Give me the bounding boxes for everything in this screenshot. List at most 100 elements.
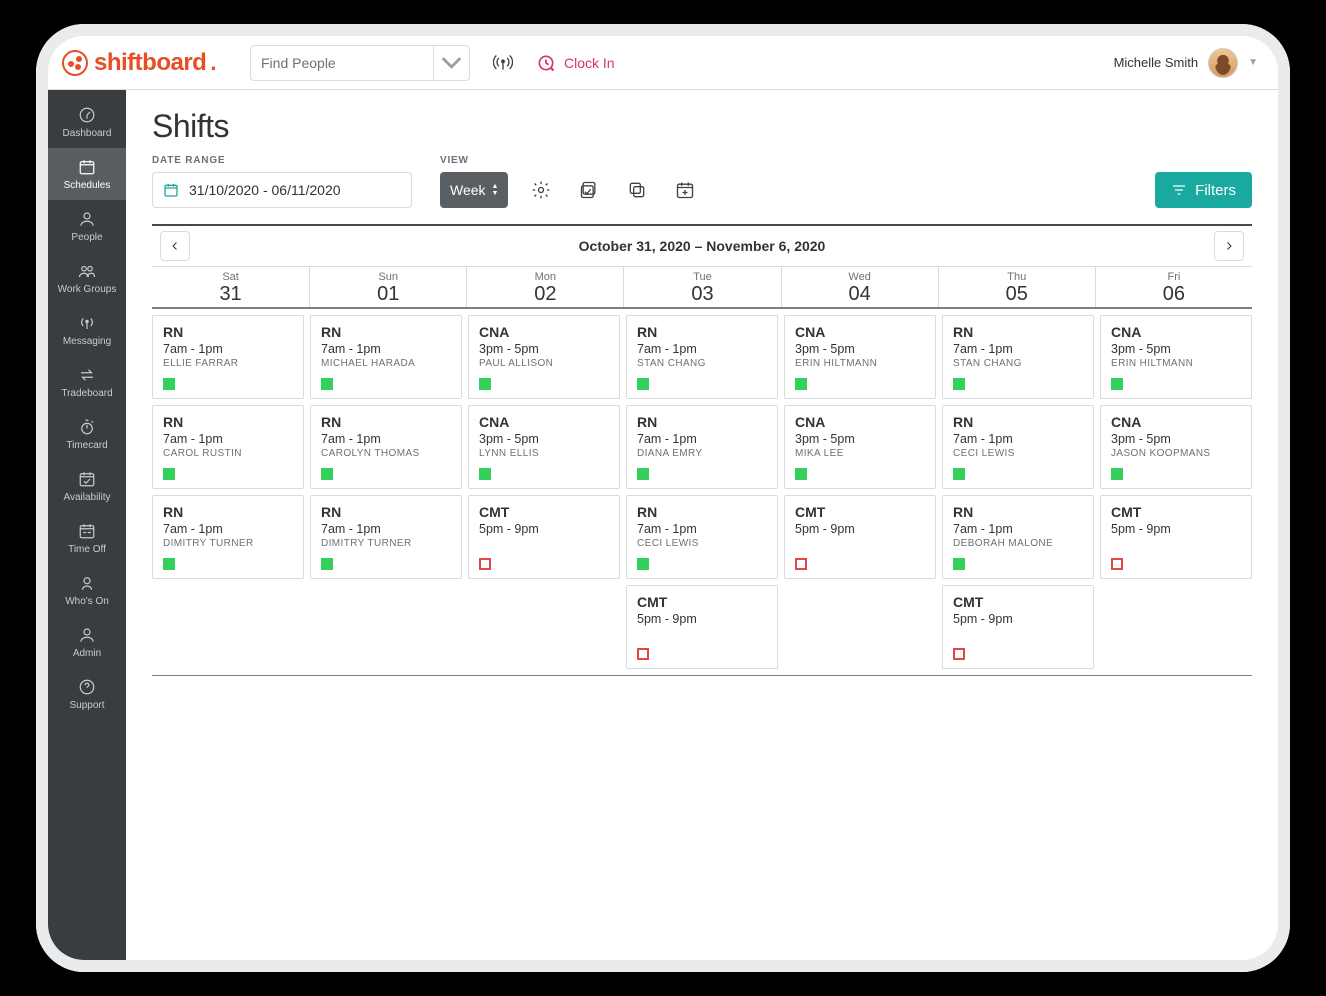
- status-badge: [953, 378, 965, 390]
- shift-time: 5pm - 9pm: [479, 522, 609, 536]
- day-of-month: 06: [1096, 283, 1252, 305]
- sidebar-item-support[interactable]: Support: [48, 668, 126, 720]
- sidebar-item-label: Time Off: [68, 544, 106, 555]
- sidebar-item-label: Who's On: [65, 596, 109, 607]
- shift-person: Stan Chang: [953, 358, 1083, 369]
- brand-logo[interactable]: shiftboard.: [48, 49, 232, 77]
- status-badge: [321, 378, 333, 390]
- shift-card[interactable]: CNA3pm - 5pmLynn Ellis: [468, 405, 620, 489]
- shift-card[interactable]: RN7am - 1pmCarol Rustin: [152, 405, 304, 489]
- sidebar-item-time-off[interactable]: Time Off: [48, 512, 126, 564]
- sidebar-item-label: Admin: [73, 648, 101, 659]
- status-badge: [795, 558, 807, 570]
- filters-button[interactable]: Filters: [1155, 172, 1252, 208]
- shift-person: Stan Chang: [637, 358, 767, 369]
- date-range-group: DATE RANGE 31/10/2020 - 06/11/2020: [152, 155, 412, 208]
- sidebar-item-label: Support: [69, 700, 104, 711]
- next-week-button[interactable]: [1214, 231, 1244, 261]
- shift-time: 7am - 1pm: [953, 432, 1083, 446]
- shift-card[interactable]: CNA3pm - 5pmJason Koopmans: [1100, 405, 1252, 489]
- sidebar-item-label: Tradeboard: [61, 388, 112, 399]
- shift-time: 5pm - 9pm: [1111, 522, 1241, 536]
- cal-check-icon: [78, 470, 96, 488]
- date-range-value: 31/10/2020 - 06/11/2020: [189, 182, 341, 198]
- shift-role: RN: [637, 414, 767, 430]
- broadcast-icon[interactable]: [488, 48, 518, 78]
- shift-card[interactable]: CMT5pm - 9pm: [626, 585, 778, 669]
- screen: shiftboard. Find People Clock In Michell…: [48, 36, 1278, 960]
- date-range-input[interactable]: 31/10/2020 - 06/11/2020: [152, 172, 412, 208]
- day-of-month: 05: [939, 283, 1095, 305]
- sidebar-item-schedules[interactable]: Schedules: [48, 148, 126, 200]
- calendar-nav: October 31, 2020 – November 6, 2020: [152, 226, 1252, 266]
- shift-card[interactable]: RN7am - 1pmMichael Harada: [310, 315, 462, 399]
- calendar-icon: [163, 182, 179, 198]
- shift-card[interactable]: CMT5pm - 9pm: [942, 585, 1094, 669]
- user-menu[interactable]: Michelle Smith ▼: [1114, 48, 1258, 78]
- find-people-select[interactable]: Find People: [250, 45, 470, 81]
- filters-label: Filters: [1195, 182, 1236, 199]
- day-header: Fri06: [1095, 267, 1252, 307]
- status-badge: [637, 648, 649, 660]
- shift-card[interactable]: CMT5pm - 9pm: [1100, 495, 1252, 579]
- shift-card[interactable]: CMT5pm - 9pm: [784, 495, 936, 579]
- shift-time: 7am - 1pm: [163, 432, 293, 446]
- day-of-week: Mon: [467, 271, 623, 283]
- sidebar-item-messaging[interactable]: Messaging: [48, 304, 126, 356]
- swap-icon: [78, 366, 96, 384]
- sidebar-item-tradeboard[interactable]: Tradeboard: [48, 356, 126, 408]
- status-badge: [479, 378, 491, 390]
- shift-card[interactable]: RN7am - 1pmCarolyn Thomas: [310, 405, 462, 489]
- shift-role: CNA: [795, 324, 925, 340]
- shift-card[interactable]: CNA3pm - 5pmErin Hiltmann: [784, 315, 936, 399]
- shift-card[interactable]: CNA3pm - 5pmMika Lee: [784, 405, 936, 489]
- shift-time: 7am - 1pm: [321, 432, 451, 446]
- shift-card[interactable]: RN7am - 1pmStan Chang: [942, 315, 1094, 399]
- prev-week-button[interactable]: [160, 231, 190, 261]
- sidebar-item-admin[interactable]: Admin: [48, 616, 126, 668]
- shift-card[interactable]: RN7am - 1pmStan Chang: [626, 315, 778, 399]
- view-select[interactable]: Week ▲▼: [440, 172, 508, 208]
- sidebar-item-who-s-on[interactable]: Who's On: [48, 564, 126, 616]
- chevron-left-icon: [169, 240, 181, 252]
- status-badge: [163, 468, 175, 480]
- shift-role: CNA: [795, 414, 925, 430]
- view-label: VIEW: [440, 155, 700, 166]
- sidebar-item-people[interactable]: People: [48, 200, 126, 252]
- shift-card[interactable]: RN7am - 1pmDiana Emry: [626, 405, 778, 489]
- shift-card[interactable]: RN7am - 1pmCeci Lewis: [626, 495, 778, 579]
- view-group: VIEW Week ▲▼: [440, 155, 700, 208]
- status-badge: [795, 468, 807, 480]
- shift-time: 7am - 1pm: [163, 522, 293, 536]
- shift-card[interactable]: CMT5pm - 9pm: [468, 495, 620, 579]
- bulk-action-button[interactable]: [574, 175, 604, 205]
- copy-button[interactable]: [622, 175, 652, 205]
- sidebar-item-work-groups[interactable]: Work Groups: [48, 252, 126, 304]
- shift-card[interactable]: CNA3pm - 5pmErin Hiltmann: [1100, 315, 1252, 399]
- avatar: [1208, 48, 1238, 78]
- shift-card[interactable]: RN7am - 1pmCeci Lewis: [942, 405, 1094, 489]
- sort-icon: ▲▼: [492, 183, 499, 197]
- sidebar-item-availability[interactable]: Availability: [48, 460, 126, 512]
- add-shift-button[interactable]: [670, 175, 700, 205]
- shift-card[interactable]: CNA3pm - 5pmPaul Allison: [468, 315, 620, 399]
- sidebar-item-dashboard[interactable]: Dashboard: [48, 96, 126, 148]
- shift-person: Jason Koopmans: [1111, 448, 1241, 459]
- day-column: CNA3pm - 5pmErin HiltmannCNA3pm - 5pmJas…: [1100, 315, 1252, 669]
- antenna-icon: [78, 314, 96, 332]
- shift-card[interactable]: RN7am - 1pmEllie Farrar: [152, 315, 304, 399]
- shift-time: 7am - 1pm: [321, 342, 451, 356]
- shift-person: Dimitry Turner: [321, 538, 451, 549]
- shift-card[interactable]: RN7am - 1pmDeborah Malone: [942, 495, 1094, 579]
- shift-person: Carolyn Thomas: [321, 448, 451, 459]
- clock-in-button[interactable]: Clock In: [536, 53, 615, 73]
- main: Shifts DATE RANGE 31/10/2020 - 06/11/202…: [126, 90, 1278, 960]
- settings-button[interactable]: [526, 175, 556, 205]
- shift-time: 5pm - 9pm: [637, 612, 767, 626]
- shift-card[interactable]: RN7am - 1pmDimitry Turner: [152, 495, 304, 579]
- day-of-week: Thu: [939, 271, 1095, 283]
- shift-person: Diana Emry: [637, 448, 767, 459]
- shift-role: RN: [163, 504, 293, 520]
- sidebar-item-timecard[interactable]: Timecard: [48, 408, 126, 460]
- shift-card[interactable]: RN7am - 1pmDimitry Turner: [310, 495, 462, 579]
